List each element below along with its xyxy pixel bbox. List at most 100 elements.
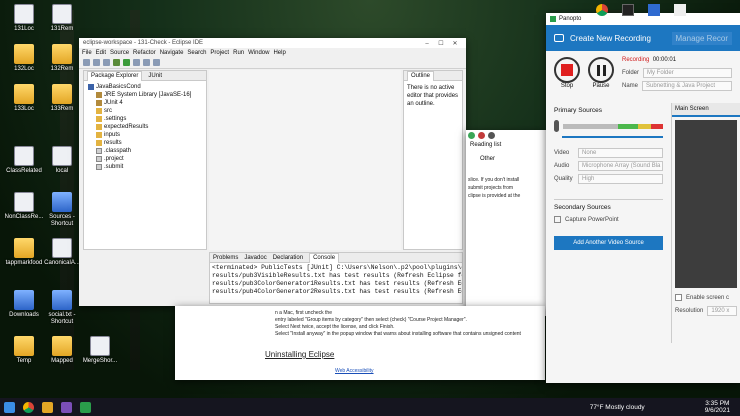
tab-javadoc[interactable]: Javadoc (244, 255, 266, 261)
menu-item[interactable]: Search (187, 50, 206, 56)
maximize-icon[interactable]: ☐ (434, 40, 448, 47)
quality-select[interactable]: High (578, 173, 663, 184)
menu-item[interactable]: Edit (96, 50, 106, 56)
chrome-icon[interactable] (596, 4, 608, 16)
clock[interactable]: 3:35 PM 9/6/2021 (705, 400, 730, 414)
menu-item[interactable]: Project (210, 50, 229, 56)
volume-slider[interactable] (562, 136, 663, 138)
browser-window-edge[interactable]: Reading list Other slice. If you don't i… (466, 130, 546, 316)
desktop-icon[interactable]: Temp (4, 336, 44, 365)
desktop-icon[interactable]: tappmarkfood (4, 238, 44, 267)
menu-item[interactable]: File (82, 50, 92, 56)
new-icon[interactable] (83, 59, 90, 66)
desktop-icon[interactable]: ClassRelated (4, 146, 44, 175)
eclipse-icon[interactable] (61, 401, 72, 413)
debug-icon[interactable] (113, 59, 120, 66)
audio-select[interactable]: Microphone Array (Sound Bla (578, 160, 663, 171)
tree-item[interactable]: inputs (86, 131, 204, 139)
main-screen-tab[interactable]: Main Screen (672, 103, 740, 117)
tree-item[interactable]: .classpath (86, 147, 204, 155)
profile-icon[interactable] (488, 132, 495, 139)
create-recording-tab[interactable]: Create New Recording (570, 34, 651, 43)
menu-item[interactable]: Source (110, 50, 129, 56)
desktop-icon-label: Temp (16, 358, 32, 364)
file-explorer-icon[interactable] (42, 401, 53, 413)
minimize-icon[interactable]: – (420, 41, 434, 47)
tab-declaration[interactable]: Declaration (273, 255, 303, 261)
desktop-icon[interactable]: Sources - Shortcut (42, 192, 82, 228)
tab-problems[interactable]: Problems (213, 255, 238, 261)
document-icon[interactable] (674, 4, 686, 16)
tree-item-label: inputs (104, 132, 121, 138)
print-icon[interactable] (103, 59, 110, 66)
desktop-icon[interactable]: Downloads (4, 290, 44, 319)
tree-item[interactable]: JavaBasicsCond (86, 83, 204, 91)
tab-junit[interactable]: JUnit (148, 73, 162, 79)
desktop-icon[interactable]: social.txt - Shortcut (42, 290, 82, 326)
tab-outline[interactable]: Outline (407, 70, 435, 81)
desktop-icon[interactable]: NonClassRe... (4, 192, 44, 221)
close-icon[interactable]: ✕ (448, 40, 462, 47)
menu-item[interactable]: Run (233, 50, 244, 56)
browser-page-lower: n a Mac, first uncheck the entry labeled … (175, 306, 545, 380)
menu-item[interactable]: Help (273, 50, 285, 56)
desktop-icon[interactable]: 132Loc (4, 44, 44, 73)
menu-item[interactable]: Refactor (133, 50, 156, 56)
panopto-window[interactable]: Panopto Create New Recording Manage Reco… (546, 13, 740, 383)
tree-item[interactable]: JRE System Library [JavaSE-16] (86, 91, 204, 99)
desktop-icon[interactable]: local (42, 146, 82, 175)
desktop-icon[interactable]: 132Rem (42, 44, 82, 73)
desktop-icon[interactable]: 131Rem (42, 4, 82, 33)
desktop-icon[interactable]: 131Loc (4, 4, 44, 33)
accessibility-link[interactable]: Web Accessibility (335, 368, 374, 374)
resolution-select[interactable]: 1920 x (707, 305, 737, 316)
page-text: submit projects from (468, 185, 514, 191)
tree-item[interactable]: src (86, 107, 204, 115)
pause-button[interactable]: Pause (588, 57, 614, 97)
eclipse-titlebar[interactable]: eclipse-workspace - 131-Check - Eclipse … (79, 38, 466, 48)
save-icon[interactable] (93, 59, 100, 66)
folder-select[interactable]: My Folder (643, 67, 732, 78)
weather[interactable]: 77°F Mostly cloudy (590, 404, 645, 411)
explorer-tabs: Package Explorer JUnit (84, 70, 206, 81)
enable-screen-checkbox[interactable] (675, 294, 682, 301)
capture-ppt-checkbox[interactable] (554, 216, 561, 223)
extension-icon[interactable] (468, 132, 475, 139)
eclipse-window[interactable]: eclipse-workspace - 131-Check - Eclipse … (79, 38, 466, 306)
folder-icon (52, 44, 72, 64)
menu-item[interactable]: Navigate (160, 50, 184, 56)
uninstall-heading[interactable]: Uninstalling Eclipse (265, 350, 334, 359)
desktop-icon[interactable]: Mapped (42, 336, 82, 365)
menu-item[interactable]: Window (248, 50, 269, 56)
back-icon[interactable] (143, 59, 150, 66)
tab-console[interactable]: Console (309, 252, 340, 263)
name-field[interactable]: Subnetting & Java Project (642, 80, 732, 91)
chrome-icon[interactable] (23, 401, 34, 413)
run-icon[interactable] (123, 59, 130, 66)
terminal-icon[interactable] (622, 4, 634, 16)
tree-item[interactable]: .settings (86, 115, 204, 123)
desktop-icon[interactable]: 133Rem (42, 84, 82, 113)
tab-package-explorer[interactable]: Package Explorer (87, 70, 143, 81)
desktop-icon[interactable]: CanonicalA... (42, 238, 82, 267)
tree-item-label: .classpath (104, 148, 132, 154)
extension-icon[interactable] (478, 132, 485, 139)
manage-recordings-tab[interactable]: Manage Recor (671, 31, 732, 45)
add-video-source-button[interactable]: Add Another Video Source (554, 236, 663, 250)
bookmark-other[interactable]: Other (466, 150, 546, 168)
tree-item[interactable]: results (86, 139, 204, 147)
tree-item[interactable]: JUnit 4 (86, 99, 204, 107)
app-icon[interactable] (648, 4, 660, 16)
desktop-icon[interactable]: MergeShor... (80, 336, 120, 365)
reading-list-link[interactable]: Reading list (466, 140, 546, 150)
video-select[interactable]: None (578, 147, 663, 158)
tree-item[interactable]: expectedResults (86, 123, 204, 131)
tree-item[interactable]: .project (86, 155, 204, 163)
forward-icon[interactable] (153, 59, 160, 66)
search-icon[interactable] (133, 59, 140, 66)
stop-button[interactable]: Stop (554, 57, 580, 97)
start-icon[interactable] (4, 401, 15, 413)
panopto-icon[interactable] (80, 401, 91, 413)
desktop-icon[interactable]: 133Loc (4, 84, 44, 113)
tree-item[interactable]: .submit (86, 163, 204, 171)
